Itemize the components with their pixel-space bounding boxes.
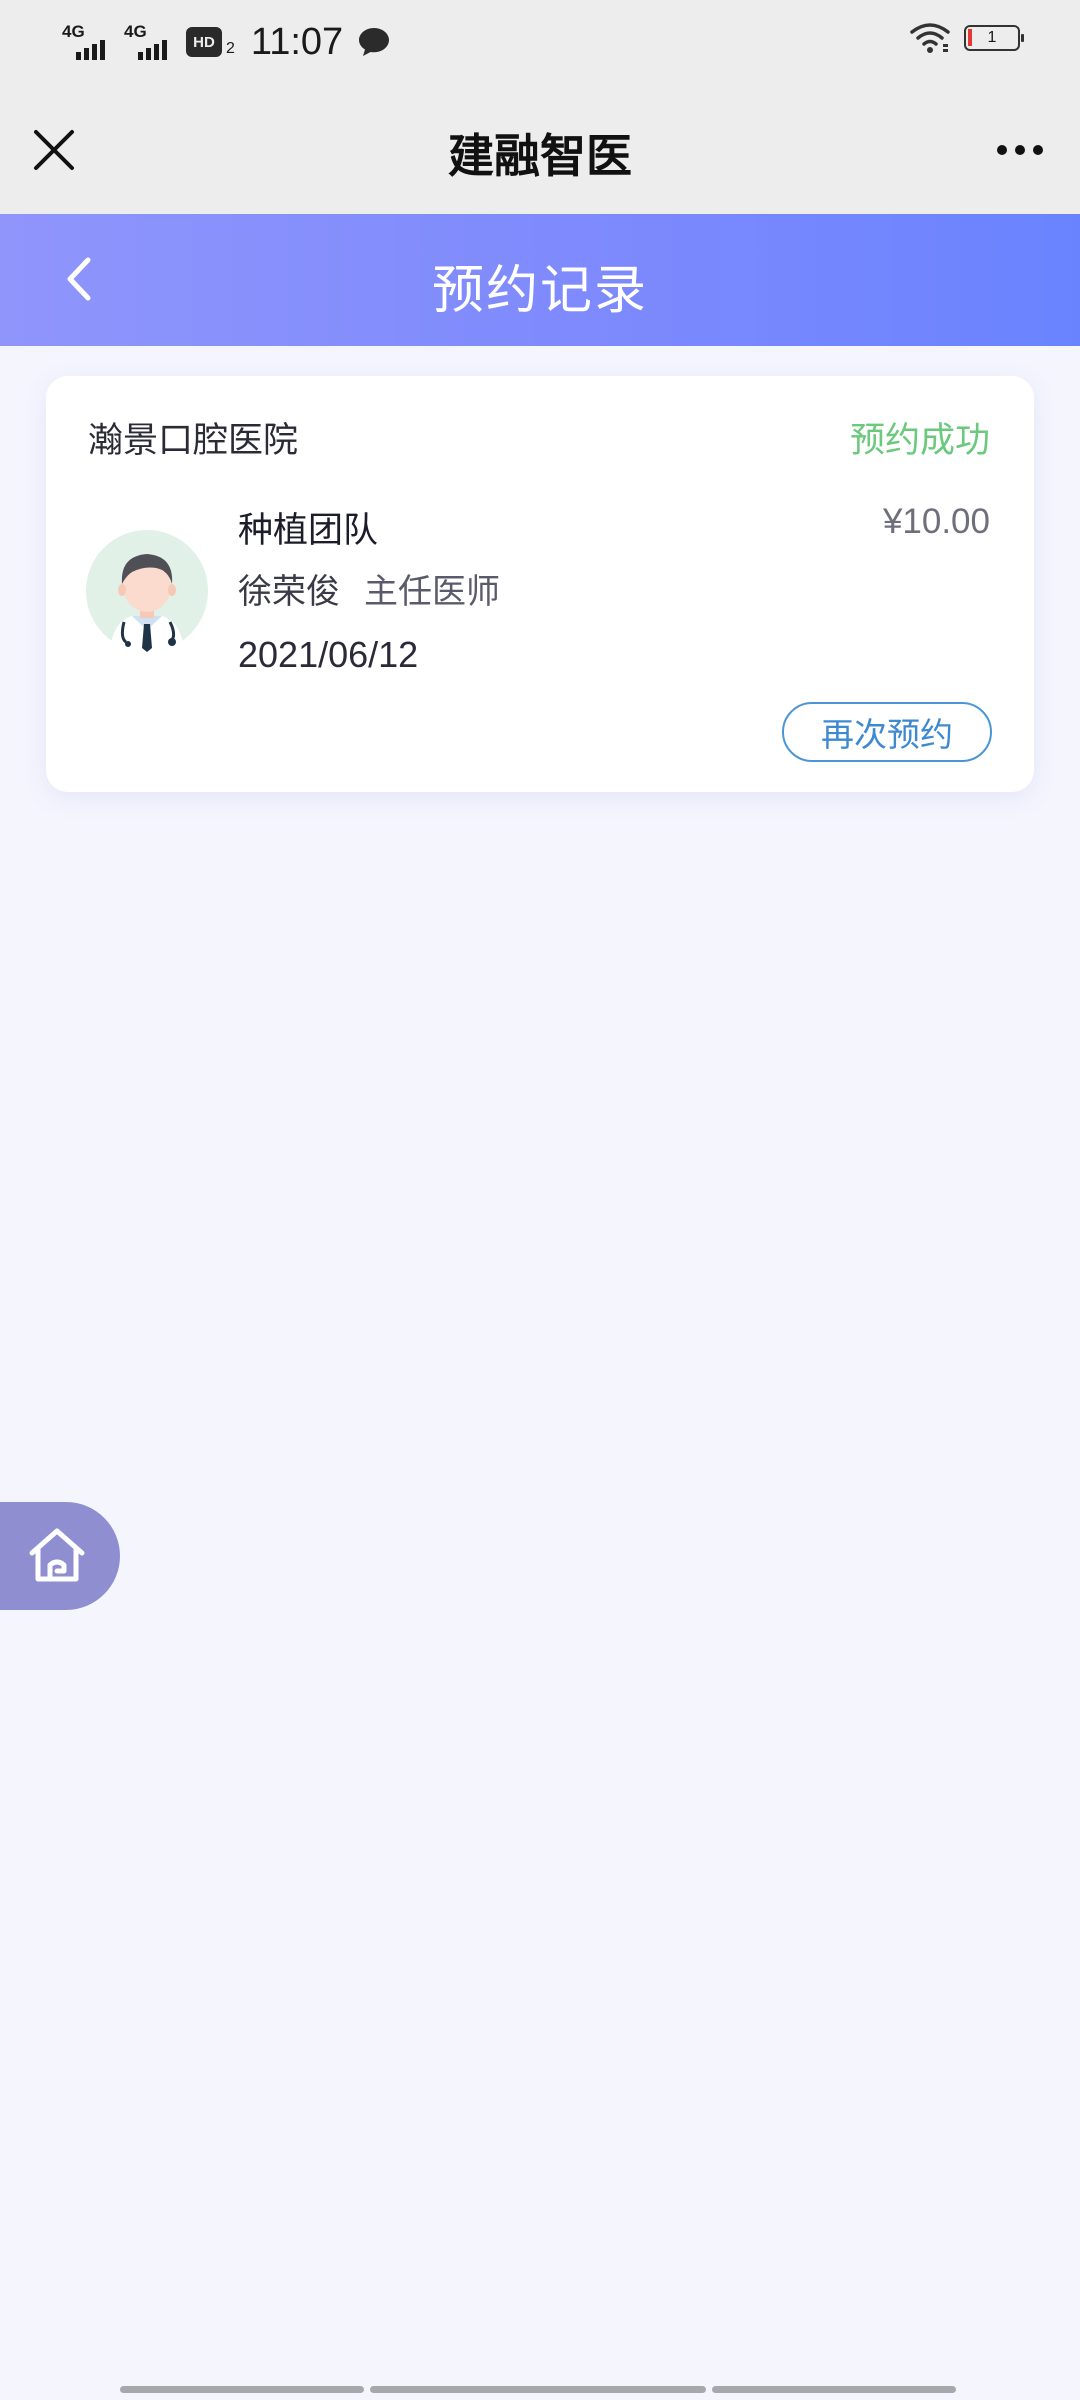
status-time: 11:07 xyxy=(250,20,344,63)
status-right: 1 xyxy=(910,22,1024,54)
doctor-avatar-icon xyxy=(86,530,208,652)
hd-sub-label: 2 xyxy=(226,40,235,57)
network-type-label: 4G xyxy=(62,22,85,41)
status-left: 4G 4G HD 2 11:07 xyxy=(62,16,391,68)
wifi-icon xyxy=(910,22,950,54)
appointment-date: 2021/06/12 xyxy=(238,634,419,675)
page-header: 预约记录 xyxy=(0,214,1080,346)
doctor-info: 徐荣俊 主任医师 xyxy=(238,564,500,613)
battery-level: 1 xyxy=(987,29,997,46)
app-title: 建融智医 xyxy=(448,129,632,183)
department-name: 种植团队 xyxy=(238,511,379,551)
status-badge: 预约成功 xyxy=(849,421,990,461)
hospital-name: 瀚景口腔医院 xyxy=(88,421,299,461)
battery-icon: 1 xyxy=(964,25,1024,51)
signal-icon: 4G xyxy=(62,20,112,64)
home-button[interactable] xyxy=(0,1502,120,1610)
more-icon xyxy=(997,145,1043,155)
rebook-button[interactable]: 再次预约 xyxy=(782,702,992,762)
doctor-title: 主任医师 xyxy=(364,572,500,612)
home-icon xyxy=(29,1528,85,1582)
page-title: 预约记录 xyxy=(431,261,648,321)
status-bar: 4G 4G HD 2 11:07 1 xyxy=(0,0,1080,84)
chat-icon xyxy=(357,26,391,58)
gesture-bar[interactable] xyxy=(120,2386,960,2394)
appointment-card[interactable]: 瀚景口腔医院 预约成功 种植团队 ¥10.00 徐荣俊主任医师 2021/06/… xyxy=(46,376,1034,792)
price: ¥10.00 xyxy=(882,502,990,541)
signal-icon: 4G xyxy=(124,20,174,64)
network-type-label: 4G xyxy=(124,22,147,41)
app-title-bar: 建融智医 xyxy=(0,84,1080,214)
doctor-name: 徐荣俊 xyxy=(238,572,340,612)
hd-icon: HD xyxy=(186,27,222,57)
more-button[interactable] xyxy=(980,116,1060,184)
